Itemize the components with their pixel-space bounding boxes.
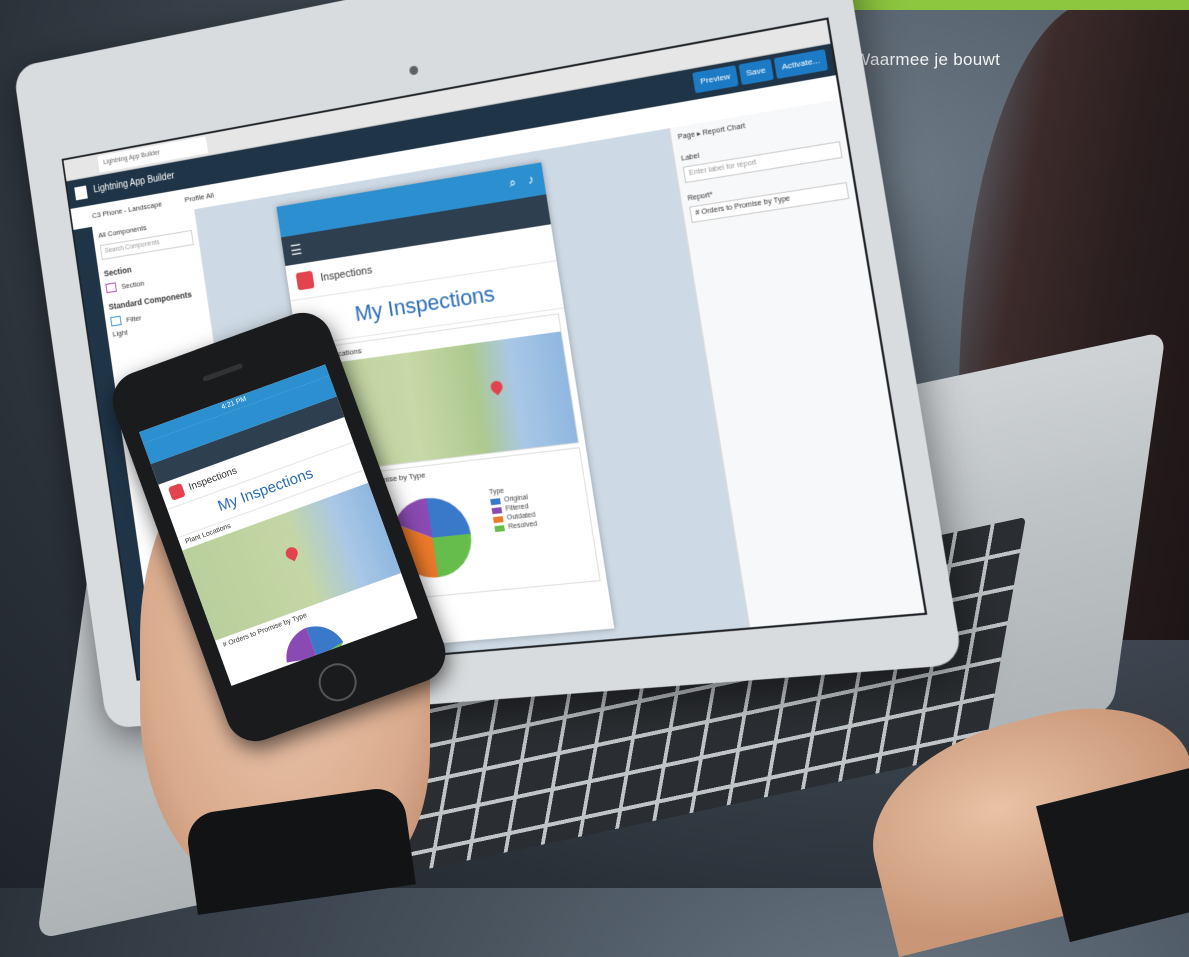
chart-legend: Type Original Filtered Outdated Resolved bbox=[488, 483, 538, 535]
app-title: Lightning App Builder bbox=[92, 170, 176, 196]
pie-slice-resolved bbox=[432, 533, 477, 578]
save-button[interactable]: Save bbox=[738, 58, 774, 86]
activate-button[interactable]: Activate... bbox=[773, 49, 829, 80]
filter-icon bbox=[110, 315, 122, 327]
inspections-icon bbox=[167, 482, 186, 501]
preview-button[interactable]: Preview bbox=[692, 65, 739, 94]
section-icon bbox=[105, 282, 117, 294]
notification-icon[interactable]: ♪ bbox=[527, 172, 535, 187]
search-icon[interactable]: ⌕ bbox=[508, 175, 517, 191]
webcam-icon bbox=[408, 65, 419, 76]
object-label: Inspections bbox=[319, 264, 374, 284]
inspections-icon bbox=[295, 270, 315, 291]
app-logo-icon bbox=[74, 185, 88, 201]
map-pin-icon[interactable] bbox=[283, 545, 300, 562]
profile-select[interactable]: Profile All bbox=[184, 191, 214, 204]
home-button[interactable] bbox=[313, 657, 363, 707]
phone-speaker bbox=[202, 362, 244, 382]
map-pin-icon[interactable] bbox=[488, 378, 505, 396]
pie-slice-original bbox=[426, 493, 471, 538]
